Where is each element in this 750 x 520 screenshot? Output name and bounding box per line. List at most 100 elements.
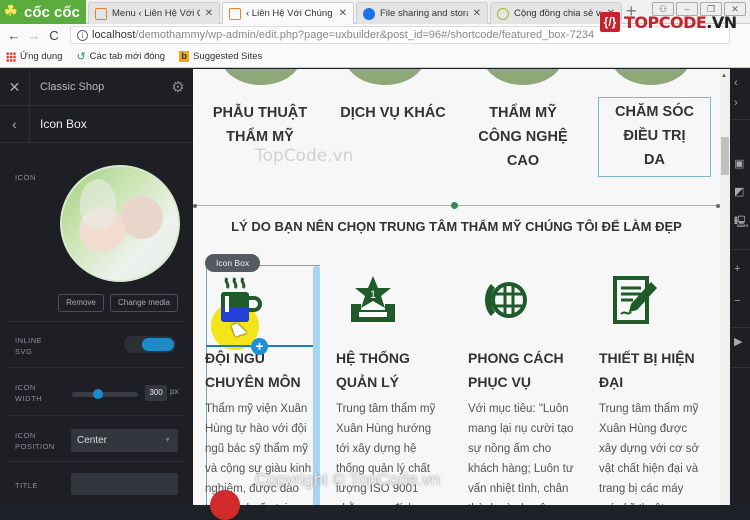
add-element-button[interactable]: + xyxy=(251,338,268,355)
scrollbar-thumb[interactable] xyxy=(721,137,729,175)
floating-action-button[interactable] xyxy=(210,490,240,520)
divider xyxy=(8,321,185,322)
watermark-copyright: Copyright © TopCode.vn xyxy=(255,470,441,489)
reload-button[interactable]: C xyxy=(44,28,64,43)
url-path: /demothammy/wp-admin/edit.php?page=uxbui… xyxy=(135,29,595,41)
tablet-view-icon[interactable]: ◩ xyxy=(734,185,744,198)
bing-icon: b xyxy=(179,51,190,62)
service-image xyxy=(611,69,691,85)
back-chevron-icon[interactable]: ‹ xyxy=(0,105,30,143)
site-name: Classic Shop xyxy=(40,81,105,93)
coffee-mug-icon[interactable] xyxy=(215,274,263,326)
watermark-text-suffix: .VN xyxy=(706,12,737,32)
bookmark-label: Các tab mới đóng xyxy=(89,51,166,62)
selected-element-badge[interactable]: Icon Box xyxy=(205,254,261,272)
bookmark-apps[interactable]: Ứng dụng xyxy=(6,51,62,62)
icon-position-value: Center xyxy=(77,435,108,446)
panel-subheader: ‹ Icon Box xyxy=(0,105,193,143)
apps-grid-icon xyxy=(6,51,16,62)
bookmark-label: Suggested Sites xyxy=(193,51,263,62)
remove-button[interactable]: Remove xyxy=(58,294,104,312)
watermark-text: TOPCODE xyxy=(624,12,707,32)
icon-position-select[interactable]: Center ▼ xyxy=(71,429,178,452)
inline-svg-label: INLINE SVG xyxy=(15,336,43,356)
right-toolbar: ‹ › ▣ ◩ 🖳 + − ▶ xyxy=(730,69,750,505)
title-label: TITLE xyxy=(15,481,38,490)
service-title-selected[interactable]: CHĂM SÓC ĐIỀU TRỊ DA xyxy=(598,97,711,177)
bookmark-suggested-sites[interactable]: b Suggested Sites xyxy=(179,51,262,62)
icon-field-label: ICON xyxy=(15,173,36,182)
mobile-view-icon[interactable]: 🖳 xyxy=(734,213,749,232)
cloud-icon xyxy=(363,7,375,20)
svg-text:1: 1 xyxy=(370,289,376,301)
desktop-view-icon[interactable]: ▣ xyxy=(734,157,744,170)
history-icon: ↺ xyxy=(76,51,86,63)
close-tab-icon[interactable]: ✕ xyxy=(473,8,481,19)
bookmark-recent-tabs[interactable]: ↺ Các tab mới đóng xyxy=(76,50,165,63)
icon-width-slider[interactable] xyxy=(72,389,138,399)
page-preview-canvas: PHẪU THUẬT THẨM MỸ DỊCH VỤ KHÁC THẨM MỸ … xyxy=(193,69,720,505)
icon-width-input[interactable]: 300 xyxy=(145,385,167,401)
browser-brand[interactable]: ☘ cốc cốc xyxy=(0,0,86,24)
tab-title: Menu ‹ Liên Hệ Với Chú xyxy=(112,8,200,19)
service-image xyxy=(345,69,425,85)
title-input[interactable] xyxy=(71,473,178,495)
phone-globe-icon xyxy=(485,282,527,318)
play-icon[interactable]: ▶ xyxy=(734,335,742,348)
tab-file-sharing[interactable]: File sharing and storage ✕ xyxy=(356,2,488,24)
back-button[interactable]: ← xyxy=(4,28,24,43)
scroll-up-arrow[interactable]: ▲ xyxy=(721,73,727,79)
feature-description: Trung tâm thẩm mỹ Xuân Hùng được xây dựng … xyxy=(599,403,699,505)
change-media-button[interactable]: Change media xyxy=(110,294,178,312)
tab-title: Cộng đồng chia sẻ và d xyxy=(514,8,602,19)
info-icon[interactable]: i xyxy=(77,29,88,41)
feature-title: ĐỘI NGŨ CHUYÊN MÔN xyxy=(205,350,301,390)
tab-lien-he[interactable]: ‹ Liên Hệ Với Chúng Tô ✕ xyxy=(222,2,354,24)
close-tab-icon[interactable]: ✕ xyxy=(339,8,347,19)
wp-builder-icon xyxy=(229,7,241,20)
canvas-scrollbar[interactable]: ▲ xyxy=(720,69,730,505)
service-title[interactable]: PHẪU THUẬT THẨM MỸ xyxy=(207,101,313,149)
feature-description: Với mục tiêu: "Luôn mang lại nụ cười tạo s… xyxy=(468,403,574,505)
service-title[interactable]: DỊCH VỤ KHÁC xyxy=(333,101,453,125)
chevron-down-icon: ▼ xyxy=(164,437,171,444)
tab-title: File sharing and storage xyxy=(380,8,468,19)
section-heading: LÝ DO BẠN NÊN CHỌN TRUNG TÂM THẨM MỸ CHÚ… xyxy=(231,219,682,234)
gear-icon[interactable]: ⚙ xyxy=(163,78,193,96)
bookmarks-bar: Ứng dụng ↺ Các tab mới đóng b Suggested … xyxy=(0,46,750,68)
divider xyxy=(8,461,185,462)
zoom-in-icon[interactable]: + xyxy=(734,263,740,275)
bookmark-label: Ứng dụng xyxy=(20,51,63,62)
collapse-left-icon[interactable]: ‹ xyxy=(734,77,738,89)
icon-width-unit: px xyxy=(170,387,179,396)
collapse-right-icon[interactable]: › xyxy=(734,97,738,109)
community-icon xyxy=(497,7,509,20)
panel-header: ✕ Classic Shop ⚙ xyxy=(0,68,193,106)
close-tab-icon[interactable]: ✕ xyxy=(205,8,213,19)
panel-section-title: Icon Box xyxy=(40,117,87,131)
close-icon[interactable]: ✕ xyxy=(0,68,30,106)
document-pen-icon xyxy=(613,276,657,324)
brand-text: cốc cốc xyxy=(24,3,80,21)
watermark-center: TopCode.vn xyxy=(255,146,354,166)
service-image xyxy=(221,69,301,85)
icon-image-preview[interactable] xyxy=(60,165,180,282)
star-award-icon: 1 xyxy=(351,276,395,322)
url-host: localhost xyxy=(92,29,136,41)
icon-width-label: ICON WIDTH xyxy=(15,383,43,403)
zoom-out-icon[interactable]: − xyxy=(734,295,740,307)
divider xyxy=(8,415,185,416)
feature-title: PHONG CÁCH PHỤC VỤ xyxy=(468,350,564,390)
forward-button[interactable]: → xyxy=(24,28,44,43)
service-title[interactable]: THẨM MỸ CÔNG NGHỆ CAO xyxy=(471,101,575,173)
coccoc-logo-icon: ☘ xyxy=(4,3,18,20)
inline-svg-toggle[interactable] xyxy=(124,336,176,353)
tab-title: ‹ Liên Hệ Với Chúng Tô xyxy=(246,8,334,19)
section-divider xyxy=(193,202,720,209)
tab-menu[interactable]: Menu ‹ Liên Hệ Với Chú ✕ xyxy=(88,2,220,24)
slider-handle[interactable] xyxy=(93,389,104,399)
divider-ornament xyxy=(451,202,458,209)
topcode-logo-icon: {/} xyxy=(600,12,620,32)
feature-title: HỆ THỐNG QUẢN LÝ xyxy=(336,350,410,390)
icon-position-label: ICON POSITION xyxy=(15,431,55,451)
